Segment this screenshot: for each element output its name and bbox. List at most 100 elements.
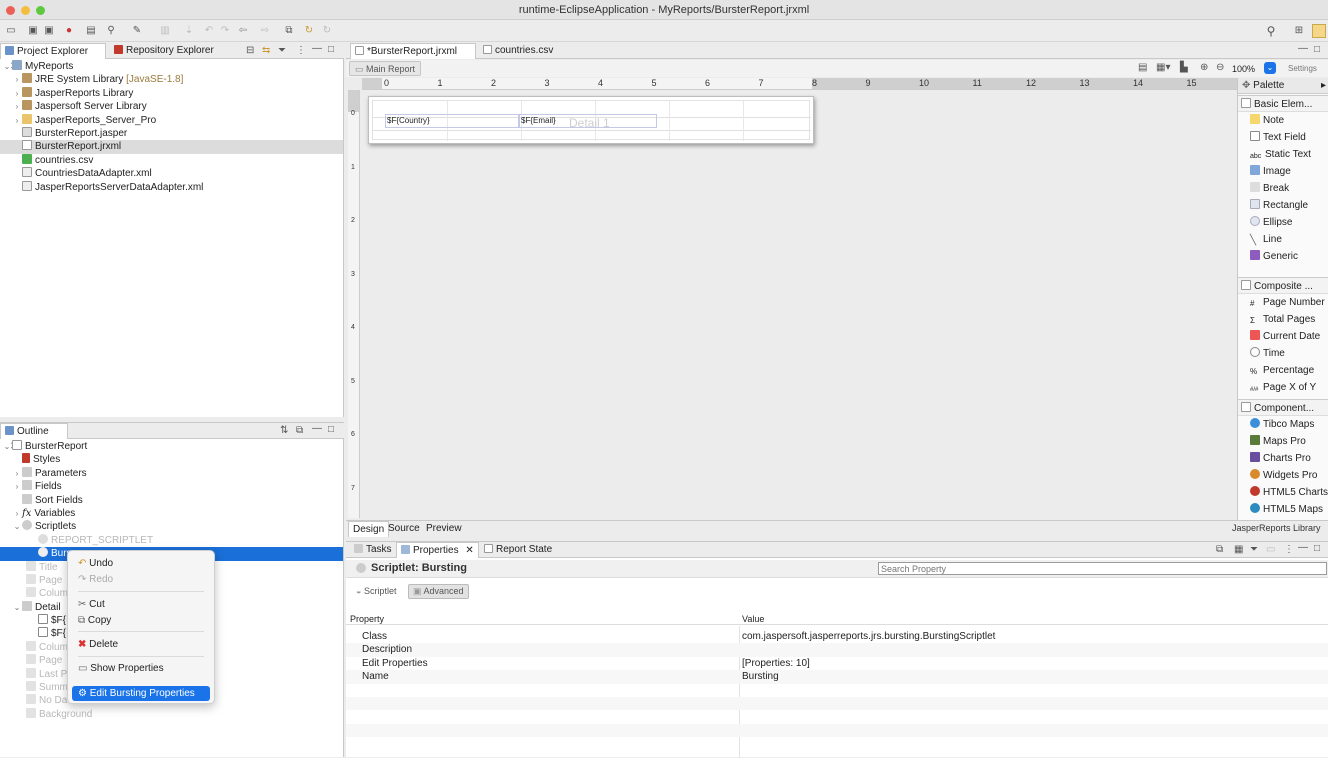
palette-item-html5-maps[interactable]: HTML5 Maps (1238, 501, 1328, 518)
chevron-right-icon[interactable]: › (12, 73, 22, 86)
table-row[interactable]: Class com.jaspersoft.jasperreports.jrs.bu… (346, 630, 1328, 643)
palette-header[interactable]: ✥ Palette ▸ (1238, 78, 1328, 94)
tab-repository-explorer[interactable]: Repository Explorer (110, 43, 218, 59)
back-icon[interactable]: ⇦ (236, 24, 250, 38)
palette-section-header[interactable]: Basic Elem... (1238, 95, 1328, 112)
palette-item-generic[interactable]: Generic (1238, 248, 1328, 265)
outline-item-styles[interactable]: Styles (0, 453, 343, 466)
report-design-perspective-icon[interactable] (1312, 24, 1326, 38)
property-value[interactable]: Bursting (742, 670, 779, 683)
field-country[interactable]: $F{Country} (385, 114, 519, 128)
menu-item-show-properties[interactable]: ▭ Show Properties (72, 661, 210, 676)
close-icon[interactable]: ✕ (465, 545, 473, 556)
main-report-button[interactable]: ▭ Main Report (349, 61, 422, 76)
tree-item-myreports[interactable]: ⌄ MyReports (0, 60, 343, 73)
palette-item-time[interactable]: Time (1238, 345, 1328, 362)
property-value[interactable]: [Properties: 10] (742, 657, 810, 670)
outline-item-scriptlets[interactable]: ⌄ Scriptlets (0, 520, 343, 533)
undo-toolbar-icon[interactable]: ↶ (202, 24, 216, 38)
palette-item-ellipse[interactable]: Ellipse (1238, 214, 1328, 231)
chevron-down-icon[interactable]: ⌄ (12, 601, 22, 614)
print-icon[interactable]: ▤ (84, 24, 98, 38)
search-property-input[interactable] (878, 562, 1327, 575)
maximize-icon[interactable]: □ (328, 424, 334, 435)
tree-item-jaspersoft-server-library[interactable]: › Jaspersoft Server Library (0, 100, 343, 113)
tab-properties[interactable]: Properties ✕ (396, 542, 479, 558)
palette-item-total-pages[interactable]: Σ Total Pages (1238, 311, 1328, 328)
debug-icon[interactable]: ● (62, 24, 76, 38)
filter-icon[interactable]: ⏷ (1250, 544, 1258, 555)
table-row[interactable]: Name Bursting (346, 670, 1328, 684)
maximize-icon[interactable]: □ (1314, 543, 1320, 554)
tree-item-jre[interactable]: › JRE System Library [JavaSE-1.8] (0, 73, 343, 86)
palette-item-charts-pro[interactable]: Charts Pro (1238, 450, 1328, 467)
outline-item-fields[interactable]: › Fields (0, 480, 343, 493)
redo-toolbar-icon[interactable]: ↷ (218, 24, 232, 38)
settings-button[interactable]: Settings (1288, 64, 1317, 73)
align-icon[interactable]: ▦▾ (1156, 62, 1170, 73)
zoom-out-icon[interactable]: ⊖ (1216, 62, 1224, 73)
restore-default-icon[interactable]: ▭ (1266, 544, 1275, 555)
tree-item-burster-jasper[interactable]: BursterReport.jasper (0, 126, 343, 140)
palette-item-current-date[interactable]: Current Date (1238, 328, 1328, 345)
sort-icon[interactable]: ⇅ (280, 425, 288, 436)
table-row[interactable]: Description (346, 643, 1328, 657)
outline-item-sort-fields[interactable]: Sort Fields (0, 493, 343, 507)
palette-item-line[interactable]: ╲ Line (1238, 231, 1328, 248)
tab-tasks[interactable]: Tasks (350, 542, 396, 558)
tab-outline[interactable]: Outline ✕ (0, 423, 68, 452)
chevron-right-icon[interactable]: ▸ (1321, 78, 1326, 94)
palette-section-header[interactable]: Composite ... (1238, 277, 1328, 294)
tab-report-state[interactable]: Report State (480, 542, 556, 558)
forward-icon[interactable]: ⇨ (258, 24, 272, 38)
palette-section-header[interactable]: Component... (1238, 399, 1328, 416)
view-menu-icon[interactable]: ⋮ (1284, 544, 1294, 555)
nav-icon[interactable]: ▥ (158, 24, 172, 38)
palette-item-tibco-maps[interactable]: Tibco Maps (1238, 416, 1328, 433)
tab-burster-report[interactable]: *BursterReport.jrxml ✕ (350, 43, 476, 72)
tab-source[interactable]: Source (384, 521, 424, 537)
chevron-right-icon[interactable]: › (12, 507, 22, 520)
tab-project-explorer[interactable]: Project Explorer ✕ (0, 43, 106, 72)
link-editor-icon[interactable]: ⇆ (262, 45, 270, 56)
outline-item-report-scriptlet[interactable]: REPORT_SCRIPTLET (0, 533, 343, 547)
menu-item-edit-bursting[interactable]: ⚙ Edit Bursting Properties (72, 686, 210, 701)
palette-item-percentage[interactable]: % Percentage (1238, 362, 1328, 379)
subtab-advanced[interactable]: ▣ Advanced (408, 584, 469, 599)
layout-icon[interactable]: ▤ (1138, 62, 1147, 73)
property-value[interactable]: com.jaspersoft.jasperreports.jrs.burstin… (742, 630, 995, 643)
detail-band[interactable]: $F{Country} $F{Email} Detail 1 (372, 100, 811, 141)
search-icon[interactable]: ⚲ (1264, 24, 1278, 38)
chevron-down-icon[interactable]: ⌄ (12, 520, 22, 533)
palette-item-rectangle[interactable]: Rectangle (1238, 197, 1328, 214)
categories-icon[interactable]: ▦ (1234, 544, 1243, 555)
outline-item-variables[interactable]: › fx Variables (0, 507, 343, 520)
export-icon[interactable]: ▙ (1180, 62, 1188, 73)
pin-icon[interactable]: ⧉ (1216, 544, 1223, 555)
filter-icon[interactable]: ⏷ (278, 45, 286, 56)
perspective-icon[interactable]: ⊞ (1292, 24, 1306, 38)
chevron-right-icon[interactable]: › (12, 480, 22, 493)
save-all-icon[interactable]: ▣ (42, 24, 56, 38)
tab-design[interactable]: Design (348, 521, 390, 537)
zoom-level[interactable]: 100% (1232, 64, 1255, 74)
chevron-down-icon[interactable]: ⌄ (2, 440, 12, 453)
palette-item-static-text[interactable]: abc Static Text (1238, 146, 1328, 163)
tree-item-burster-jrxml[interactable]: BursterReport.jrxml (0, 140, 343, 154)
refresh-icon[interactable]: ↻ (302, 24, 316, 38)
zoom-dropdown-icon[interactable]: ⌄ (1264, 62, 1276, 74)
tree-item-countries-adapter[interactable]: CountriesDataAdapter.xml (0, 167, 343, 180)
palette-item-page-number[interactable]: # Page Number (1238, 294, 1328, 311)
tree-item-jasperreports-library[interactable]: › JasperReports Library (0, 86, 343, 100)
minimize-icon[interactable]: — (1298, 43, 1308, 54)
tab-countries-csv[interactable]: countries.csv (479, 43, 557, 59)
palette-item-widgets-pro[interactable]: Widgets Pro (1238, 467, 1328, 484)
palette-item-break[interactable]: Break (1238, 180, 1328, 197)
chevron-right-icon[interactable]: › (12, 100, 22, 113)
tab-preview[interactable]: Preview (422, 521, 466, 537)
menu-item-copy[interactable]: ⧉ Copy (72, 613, 210, 628)
maximize-icon[interactable]: □ (328, 44, 334, 55)
menu-item-redo[interactable]: ↷ Redo (72, 572, 210, 587)
subtab-scriptlet[interactable]: ◒ Scriptlet (352, 584, 400, 599)
table-row[interactable]: Edit Properties [Properties: 10] (346, 657, 1328, 670)
